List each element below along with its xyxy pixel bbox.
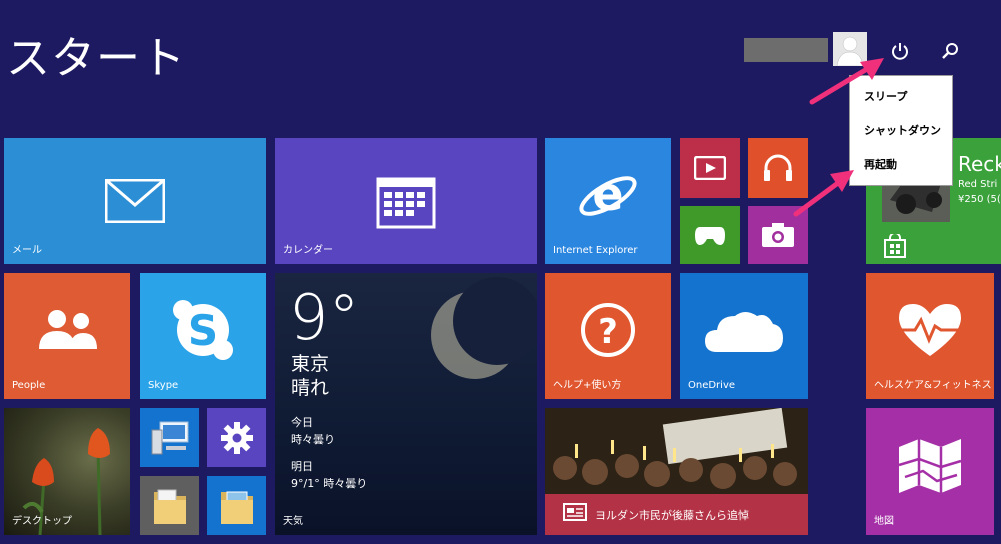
arrow-to-power-icon xyxy=(809,58,884,105)
annotation-arrows xyxy=(793,58,884,217)
arrow-to-restart-item xyxy=(793,170,854,217)
